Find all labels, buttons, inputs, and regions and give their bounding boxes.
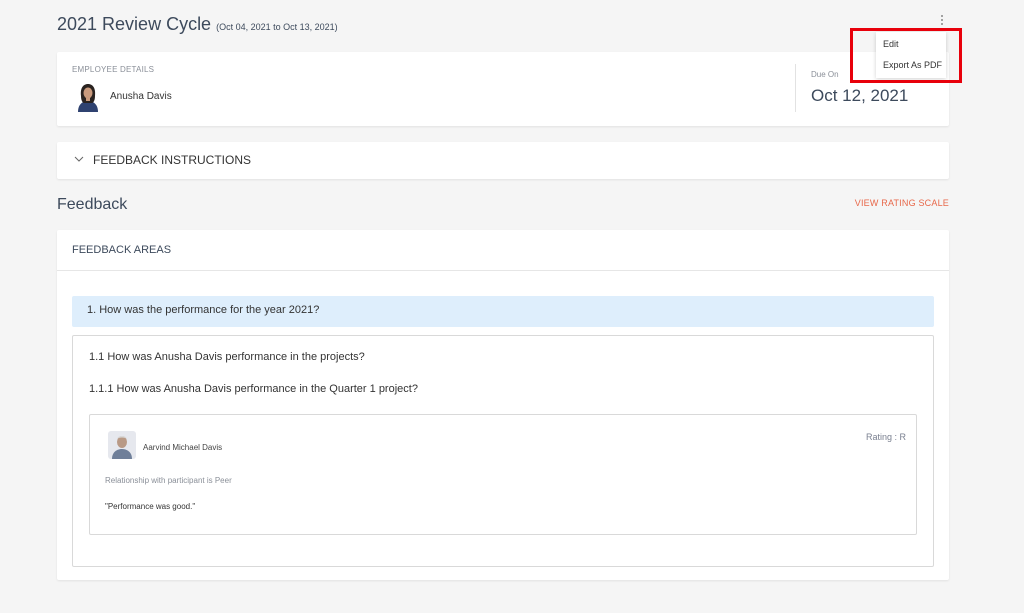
reviewer-name: Aarvind Michael Davis [143, 443, 223, 452]
feedback-areas-card: FEEDBACK AREAS 1. How was the performanc… [57, 230, 949, 580]
view-rating-scale-link[interactable]: VIEW RATING SCALE [855, 198, 949, 208]
employee-details-label: EMPLOYEE DETAILS [72, 65, 155, 74]
feedback-areas-label: FEEDBACK AREAS [72, 244, 172, 256]
menu-item-export-pdf[interactable]: Export As PDF [883, 60, 942, 70]
employee-name: Anusha Davis [110, 91, 172, 102]
feedback-instructions-label: FEEDBACK INSTRUCTIONS [93, 153, 252, 167]
menu-item-edit[interactable]: Edit [883, 39, 899, 49]
feedback-comment: "Performance was good." [105, 502, 196, 511]
due-on-label: Due On [811, 70, 839, 79]
question-text: 1. How was the performance for the year … [87, 304, 320, 316]
feedback-instructions-toggle[interactable]: FEEDBACK INSTRUCTIONS [57, 142, 949, 179]
more-options-icon[interactable] [937, 14, 947, 28]
review-cycle-dates: (Oct 04, 2021 to Oct 13, 2021) [216, 22, 338, 32]
options-menu: Edit Export As PDF [876, 32, 946, 78]
divider [795, 64, 796, 112]
feedback-section-title: Feedback [57, 196, 128, 213]
sub-question-text: 1.1 How was Anusha Davis performance in … [89, 351, 365, 363]
employee-avatar [78, 84, 98, 112]
sub-question-box: 1.1 How was Anusha Davis performance in … [72, 335, 934, 567]
page-header: 2021 Review Cycle (Oct 04, 2021 to Oct 13… [57, 14, 949, 38]
reviewer-avatar [108, 431, 136, 459]
rating-value: Rating : R [865, 432, 906, 442]
chevron-down-icon [74, 156, 84, 162]
page-title: 2021 Review Cycle (Oct 04, 2021 to Oct 13… [57, 14, 338, 35]
question-header: 1. How was the performance for the year … [72, 296, 934, 327]
employee-details-card: EMPLOYEE DETAILS Anusha Davis Due On Oct… [57, 52, 949, 126]
relationship-text: Relationship with participant is Peer [105, 476, 232, 485]
sub-sub-question-text: 1.1.1 How was Anusha Davis performance i… [89, 383, 418, 395]
review-cycle-title: 2021 Review Cycle [57, 14, 212, 34]
feedback-response-card: Aarvind Michael Davis Rating : R Relatio… [89, 414, 917, 535]
feedback-areas-header: FEEDBACK AREAS [57, 230, 949, 271]
due-date: Oct 12, 2021 [811, 86, 909, 105]
